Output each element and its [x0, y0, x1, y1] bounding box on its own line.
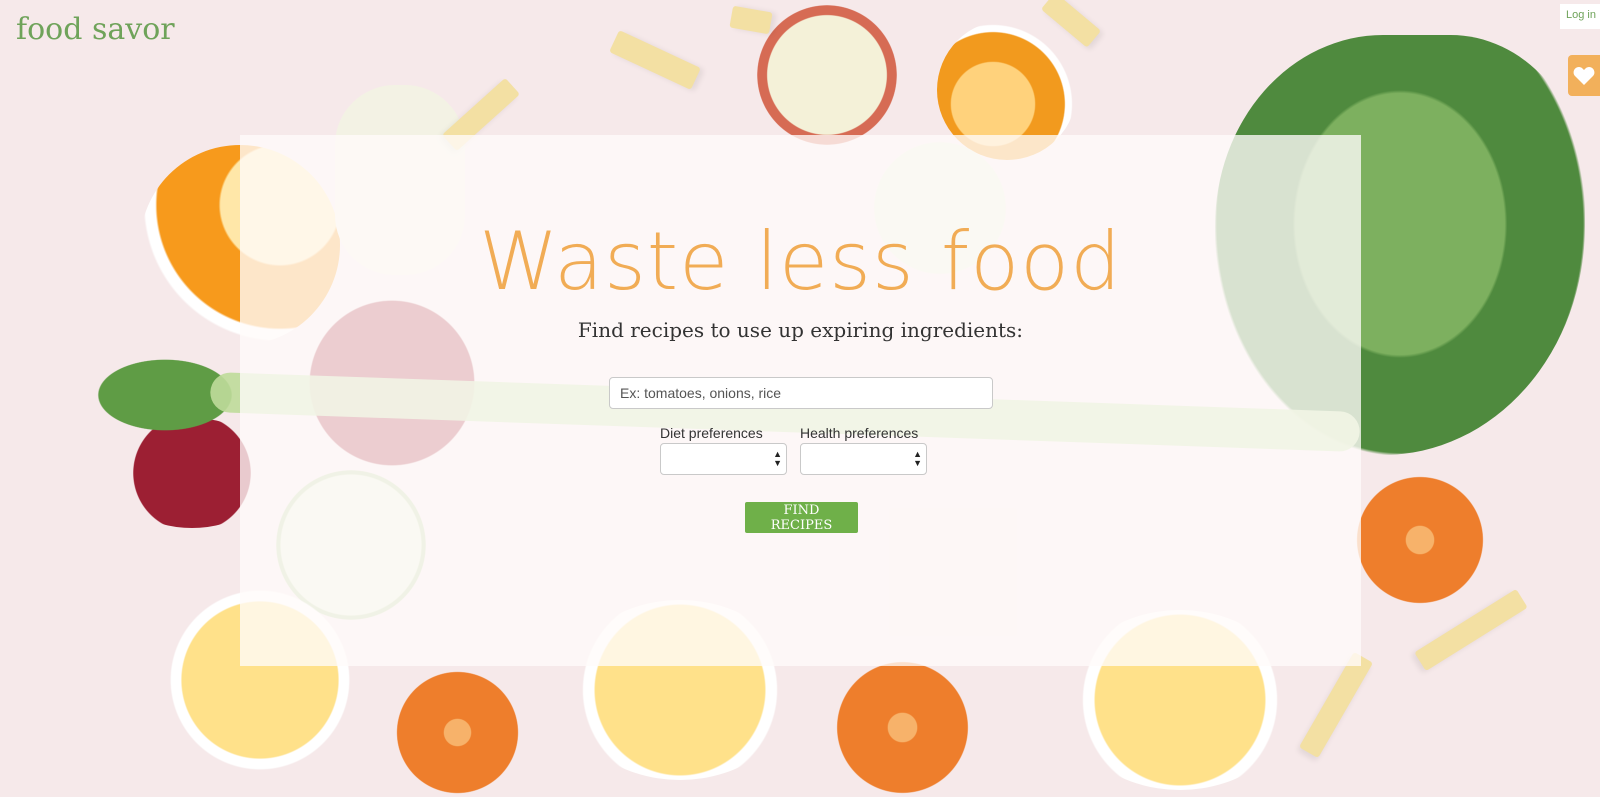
heart-icon	[1573, 66, 1595, 85]
health-preferences-select[interactable]: ▲ ▼	[800, 443, 927, 475]
find-recipes-button[interactable]: FIND RECIPES	[745, 502, 858, 533]
diet-preferences-group: Diet preferences ▲ ▼	[660, 425, 787, 475]
health-preferences-group: Health preferences ▲ ▼	[800, 425, 927, 475]
health-preferences-label: Health preferences	[800, 425, 919, 441]
diet-preferences-select[interactable]: ▲ ▼	[660, 443, 787, 475]
brand-logo[interactable]: food savor	[16, 12, 175, 47]
login-link[interactable]: Log in	[1560, 4, 1600, 29]
select-arrows-icon: ▲ ▼	[773, 449, 782, 468]
select-arrows-icon: ▲ ▼	[913, 449, 922, 468]
ingredients-search-input[interactable]	[609, 377, 993, 409]
hero-subheadline: Find recipes to use up expiring ingredie…	[577, 318, 1024, 342]
favorites-button[interactable]	[1568, 55, 1600, 96]
diet-preferences-label: Diet preferences	[660, 425, 763, 441]
hero-headline: Waste less food	[479, 215, 1122, 308]
hero-panel: Waste less food Find recipes to use up e…	[240, 135, 1361, 666]
